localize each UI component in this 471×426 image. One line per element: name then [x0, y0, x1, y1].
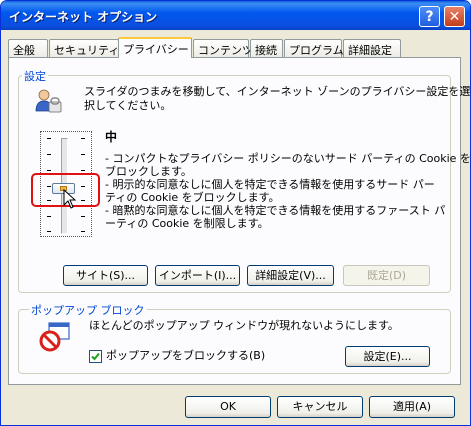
mouse-cursor-icon: [63, 188, 77, 209]
tab-advanced[interactable]: 詳細設定: [343, 39, 401, 57]
tab-programs[interactable]: プログラム: [284, 39, 344, 57]
block-popups-checkbox[interactable]: [89, 350, 102, 363]
privacy-level-title: 中: [105, 130, 118, 144]
privacy-level-desc-1: - コンパクトなプライバシー ポリシーのないサード パーティの Cookie を: [105, 152, 471, 165]
advanced-button[interactable]: 詳細設定(V)...: [247, 265, 334, 286]
privacy-tab-panel: 設定 スライダのつまみを移動して、インターネット ゾーンのプライバシー設定を選 …: [8, 57, 470, 385]
tab-content[interactable]: コンテンツ: [193, 39, 253, 57]
popup-group-label: ポップアップ ブロック: [29, 302, 147, 318]
privacy-level-desc-6: ーティの Cookie を制限します。: [105, 217, 269, 230]
import-button[interactable]: インポート(I)...: [155, 265, 240, 286]
popup-settings-button[interactable]: 設定(E)...: [345, 346, 430, 367]
help-button[interactable]: ?: [419, 6, 440, 27]
internet-options-window: インターネット オプション ? ✕ 全般 セキュリティ プライバシー コンテンツ…: [0, 0, 471, 426]
cancel-button[interactable]: キャンセル: [277, 396, 363, 418]
default-button[interactable]: 既定(D): [343, 265, 430, 286]
ok-button[interactable]: OK: [185, 396, 271, 418]
settings-description-1: スライダのつまみを移動して、インターネット ゾーンのプライバシー設定を選: [84, 85, 471, 98]
title-bar[interactable]: インターネット オプション ? ✕: [1, 1, 470, 30]
settings-description-2: 択してください。: [84, 99, 172, 112]
privacy-level-desc-4: ティの Cookie をブロックします。: [105, 191, 280, 204]
settings-group-label: 設定: [22, 68, 48, 84]
popup-description: ほとんどのポップアップ ウィンドウが現れないようにします。: [89, 319, 399, 332]
tab-general[interactable]: 全般: [8, 39, 48, 57]
tab-connections[interactable]: 接続: [250, 39, 283, 57]
popup-block-icon: [39, 321, 71, 353]
apply-button[interactable]: 適用(A): [369, 396, 455, 418]
privacy-level-desc-3: - 明示的な同意なしに個人を特定できる情報を使用するサード パー: [105, 178, 435, 191]
close-button[interactable]: ✕: [444, 6, 465, 27]
privacy-level-desc-5: - 暗黙的な同意なしに個人を特定できる情報を使用するファースト パ: [105, 204, 446, 217]
window-title: インターネット オプション: [9, 10, 158, 24]
checkmark-icon: [91, 352, 100, 361]
tab-security[interactable]: セキュリティ: [49, 39, 119, 57]
privacy-level-desc-2: ブロックします。: [105, 165, 192, 178]
block-popups-label[interactable]: ポップアップをブロックする(B): [106, 350, 265, 362]
tab-privacy[interactable]: プライバシー: [118, 37, 192, 58]
sites-button[interactable]: サイト(S)...: [63, 265, 148, 286]
privacy-user-icon: [33, 87, 63, 115]
